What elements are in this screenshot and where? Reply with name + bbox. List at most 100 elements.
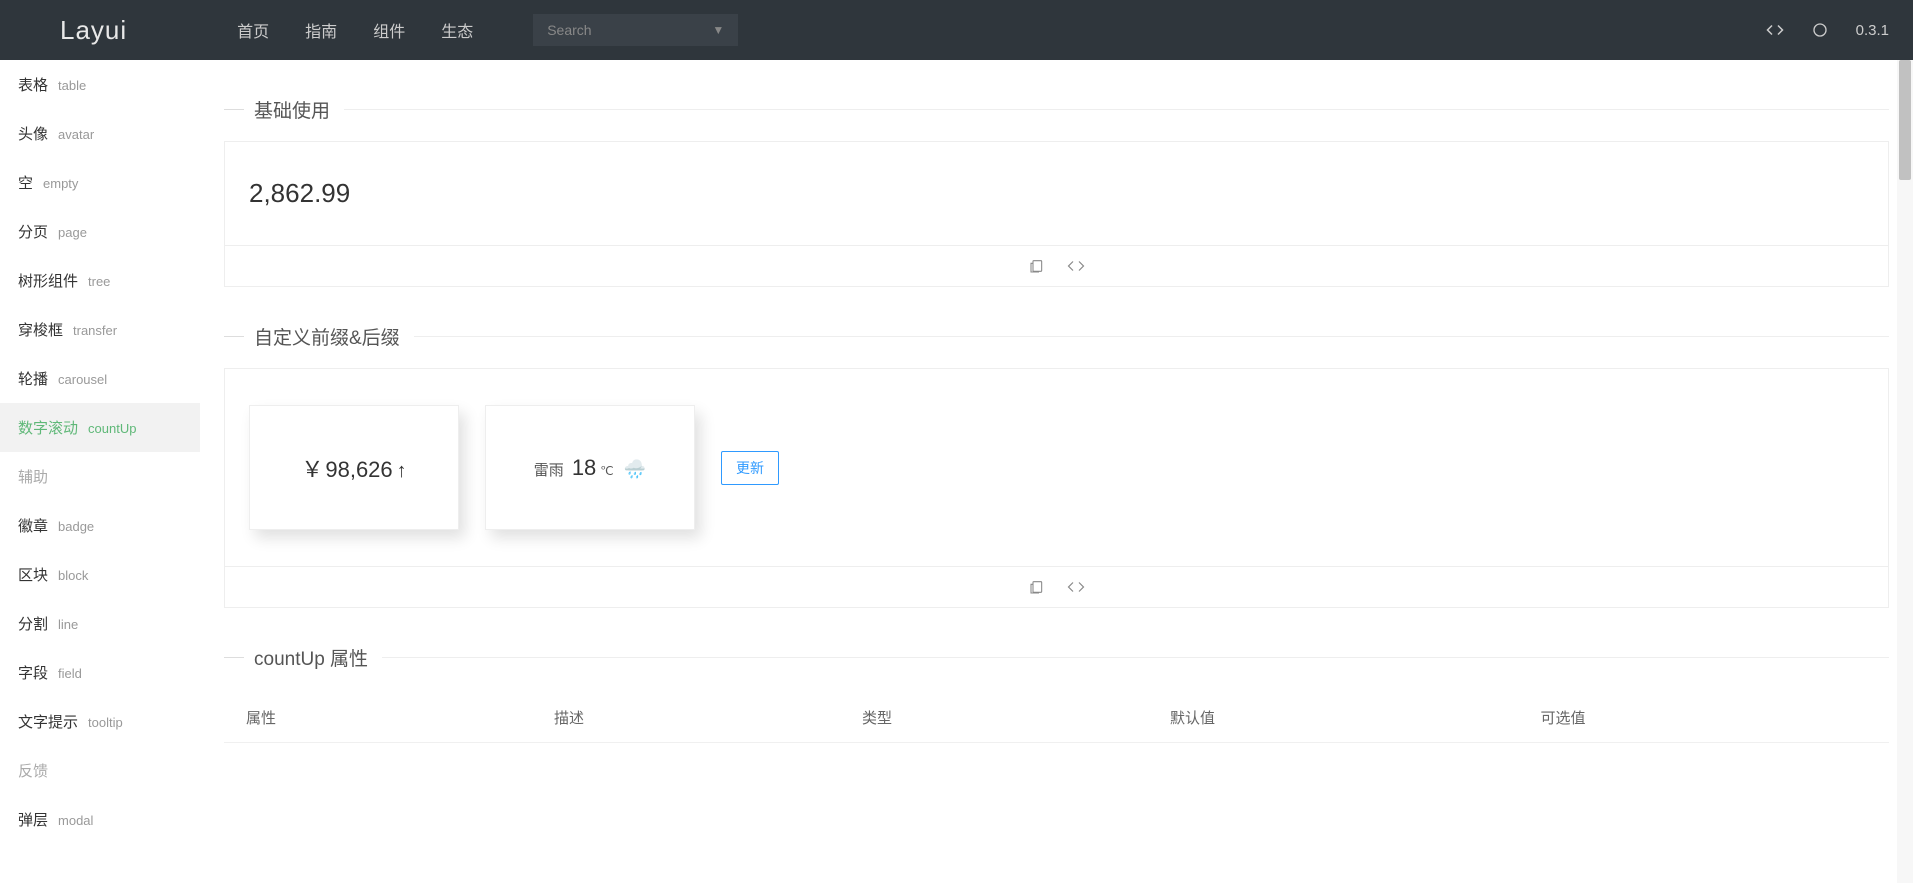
sidebar-label-cn: 表格 xyxy=(18,74,48,95)
copy-icon[interactable] xyxy=(1029,579,1045,595)
sidebar-label-cn: 字段 xyxy=(18,662,48,683)
sidebar-label-en: carousel xyxy=(58,372,107,387)
nav-home[interactable]: 首页 xyxy=(237,18,269,42)
section-title: 自定义前缀&后缀 xyxy=(254,323,400,350)
countup-basic-value: 2,862.99 xyxy=(249,178,1864,209)
update-button[interactable]: 更新 xyxy=(721,451,779,485)
title-line xyxy=(344,109,1889,110)
sidebar-label-cn: 文字提示 xyxy=(18,711,78,732)
sidebar-label-cn: 分页 xyxy=(18,221,48,242)
search-wrap: ▼ xyxy=(533,14,738,46)
sidebar-item-page[interactable]: 分页 page xyxy=(0,207,200,256)
sidebar-label-en: avatar xyxy=(58,127,94,142)
col-desc: 描述 xyxy=(532,693,840,743)
title-dash xyxy=(224,657,244,658)
sidebar-label-en: empty xyxy=(43,176,78,191)
scrollbar-thumb[interactable] xyxy=(1899,60,1911,180)
sidebar-item-countUp[interactable]: 数字滚动 countUp xyxy=(0,403,200,452)
col-prop: 属性 xyxy=(224,693,532,743)
sidebar-item-table[interactable]: 表格 table xyxy=(0,60,200,109)
code-toggle-icon[interactable] xyxy=(1067,581,1085,593)
sidebar-label-en: countUp xyxy=(88,421,136,436)
sidebar-label-cn: 分割 xyxy=(18,613,48,634)
cards-row: ￥98,626↑ 雷雨 18℃ 🌧️ 更新 xyxy=(249,405,1864,530)
sidebar-item-modal[interactable]: 弹层 modal xyxy=(0,795,200,844)
nav-guide[interactable]: 指南 xyxy=(305,18,337,42)
sidebar-item-line[interactable]: 分割 line xyxy=(0,599,200,648)
countup-card-currency: ￥98,626↑ xyxy=(249,405,459,530)
sidebar-label-en: field xyxy=(58,666,82,681)
sidebar-label-cn: 徽章 xyxy=(18,515,48,536)
sidebar-label-en: transfer xyxy=(73,323,117,338)
sidebar-item-empty[interactable]: 空 empty xyxy=(0,158,200,207)
sidebar-group: 反馈 xyxy=(0,746,200,795)
card-number: 98,626 xyxy=(325,457,392,483)
logo[interactable]: Layui xyxy=(60,15,127,46)
title-dash xyxy=(224,336,244,337)
props-table: 属性 描述 类型 默认值 可选值 xyxy=(224,693,1889,743)
section-title: countUp 属性 xyxy=(254,644,368,671)
sidebar-item-field[interactable]: 字段 field xyxy=(0,648,200,697)
nav-components[interactable]: 组件 xyxy=(373,18,405,42)
col-default: 默认值 xyxy=(1148,693,1518,743)
sidebar-item-avatar[interactable]: 头像 avatar xyxy=(0,109,200,158)
sidebar-item-carousel[interactable]: 轮播 carousel xyxy=(0,354,200,403)
sidebar-label-en: block xyxy=(58,568,88,583)
sidebar-label-en: badge xyxy=(58,519,94,534)
sidebar: 表格 table 头像 avatar 空 empty 分页 page 树形组件tree 穿梭框 tr… xyxy=(0,60,200,883)
sidebar-label-en: page xyxy=(58,225,87,240)
col-type: 类型 xyxy=(840,693,1148,743)
demo-box-basic: 2,862.99 xyxy=(224,141,1889,287)
demo-footer xyxy=(225,245,1888,286)
rain-icon: 🌧️ xyxy=(624,459,646,480)
sidebar-label-en: table xyxy=(58,78,86,93)
section-prefix-suffix: 自定义前缀&后缀 ￥98,626↑ 雷雨 18℃ xyxy=(224,323,1889,608)
scrollbar-track xyxy=(1897,60,1913,883)
copy-icon[interactable] xyxy=(1029,258,1045,274)
sidebar-label-en: line xyxy=(58,617,78,632)
sidebar-label-en: tree xyxy=(88,274,110,289)
sidebar-label-cn: 穿梭框 xyxy=(18,319,63,340)
sidebar-group: 辅助 xyxy=(0,452,200,501)
sidebar-label-cn: 弹层 xyxy=(18,809,48,830)
sidebar-item-transfer[interactable]: 穿梭框 transfer xyxy=(0,305,200,354)
section-title-row: 自定义前缀&后缀 xyxy=(224,323,1889,350)
demo-box-prefix-suffix: ￥98,626↑ 雷雨 18℃ 🌧️ 更新 xyxy=(224,368,1889,608)
card-number: 18 xyxy=(572,455,596,481)
sidebar-label-en: tooltip xyxy=(88,715,123,730)
sidebar-label-cn: 数字滚动 xyxy=(18,417,78,438)
section-props: countUp 属性 属性 描述 类型 默认值 可选值 xyxy=(224,644,1889,743)
title-dash xyxy=(224,109,244,110)
top-nav: 首页 指南 组件 生态 ▼ xyxy=(237,14,738,46)
card-value: ￥98,626↑ xyxy=(301,452,406,484)
section-title-row: 基础使用 xyxy=(224,96,1889,123)
title-line xyxy=(414,336,1889,337)
sidebar-label-en: modal xyxy=(58,813,93,828)
col-options: 可选值 xyxy=(1519,693,1890,743)
section-basic: 基础使用 2,862.99 xyxy=(224,96,1889,287)
section-title: 基础使用 xyxy=(254,96,330,123)
header-right: 0.3.1 xyxy=(1766,22,1889,39)
demo-footer xyxy=(225,566,1888,607)
sidebar-item-block[interactable]: 区块block xyxy=(0,550,200,599)
nav-ecology[interactable]: 生态 xyxy=(441,18,473,42)
section-title-row: countUp 属性 xyxy=(224,644,1889,671)
demo-content: ￥98,626↑ 雷雨 18℃ 🌧️ 更新 xyxy=(225,369,1888,566)
card-prefix: ￥ xyxy=(301,452,323,484)
code-icon[interactable] xyxy=(1766,23,1784,37)
header: Layui 首页 指南 组件 生态 ▼ 0.3.1 xyxy=(0,0,1913,60)
card-unit: ℃ xyxy=(600,464,613,478)
sidebar-label-cn: 空 xyxy=(18,172,33,193)
moon-icon[interactable] xyxy=(1812,22,1828,38)
card-value: 雷雨 18℃ 🌧️ xyxy=(534,455,646,481)
sidebar-item-tree[interactable]: 树形组件tree xyxy=(0,256,200,305)
demo-content: 2,862.99 xyxy=(225,142,1888,245)
sidebar-label-cn: 头像 xyxy=(18,123,48,144)
table-header-row: 属性 描述 类型 默认值 可选值 xyxy=(224,693,1889,743)
countup-card-weather: 雷雨 18℃ 🌧️ xyxy=(485,405,695,530)
sidebar-label-cn: 轮播 xyxy=(18,368,48,389)
sidebar-item-badge[interactable]: 徽章 badge xyxy=(0,501,200,550)
search-input[interactable] xyxy=(533,14,738,46)
sidebar-item-tooltip[interactable]: 文字提示 tooltip xyxy=(0,697,200,746)
code-toggle-icon[interactable] xyxy=(1067,260,1085,272)
